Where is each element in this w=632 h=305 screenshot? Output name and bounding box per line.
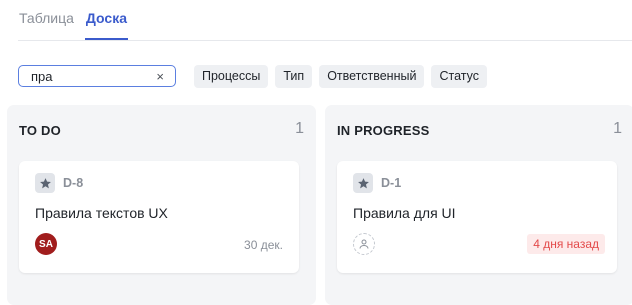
column-title: IN PROGRESS: [337, 123, 430, 138]
star-icon: [353, 173, 373, 193]
filter-processes[interactable]: Процессы: [194, 65, 269, 88]
card-id: D-8: [63, 176, 84, 190]
column-in-progress: IN PROGRESS 1 D-1 Правила для UI 4 дня н…: [325, 105, 632, 305]
column-todo: TO DO 1 D-8 Правила текстов UX SA 30 дек…: [7, 105, 316, 305]
filter-status[interactable]: Статус: [431, 65, 487, 88]
filter-assignee[interactable]: Ответственный: [319, 65, 425, 88]
due-date: 30 дек.: [244, 238, 283, 252]
view-tabs: Таблица Доска: [18, 0, 128, 40]
card-id: D-1: [381, 176, 402, 190]
clear-search-icon[interactable]: ×: [156, 69, 164, 84]
task-card[interactable]: D-1 Правила для UI 4 дня назад: [337, 161, 617, 273]
card-title: Правила для UI: [353, 205, 456, 221]
task-card[interactable]: D-8 Правила текстов UX SA 30 дек.: [19, 161, 299, 273]
tab-table[interactable]: Таблица: [18, 0, 75, 40]
search-box: ×: [18, 65, 176, 87]
star-icon: [35, 173, 55, 193]
avatar[interactable]: SA: [35, 233, 57, 255]
filter-type[interactable]: Тип: [275, 65, 313, 88]
column-count: 1: [295, 120, 304, 137]
card-title: Правила текстов UX: [35, 205, 168, 221]
tabs-divider: [18, 40, 632, 41]
column-title: TO DO: [19, 123, 61, 138]
overdue-badge: 4 дня назад: [527, 234, 605, 254]
filter-bar: Процессы Тип Ответственный Статус: [194, 65, 487, 88]
user-icon[interactable]: [353, 233, 375, 255]
column-count: 1: [613, 120, 622, 137]
search-input[interactable]: [19, 66, 151, 86]
tab-board[interactable]: Доска: [84, 0, 128, 40]
